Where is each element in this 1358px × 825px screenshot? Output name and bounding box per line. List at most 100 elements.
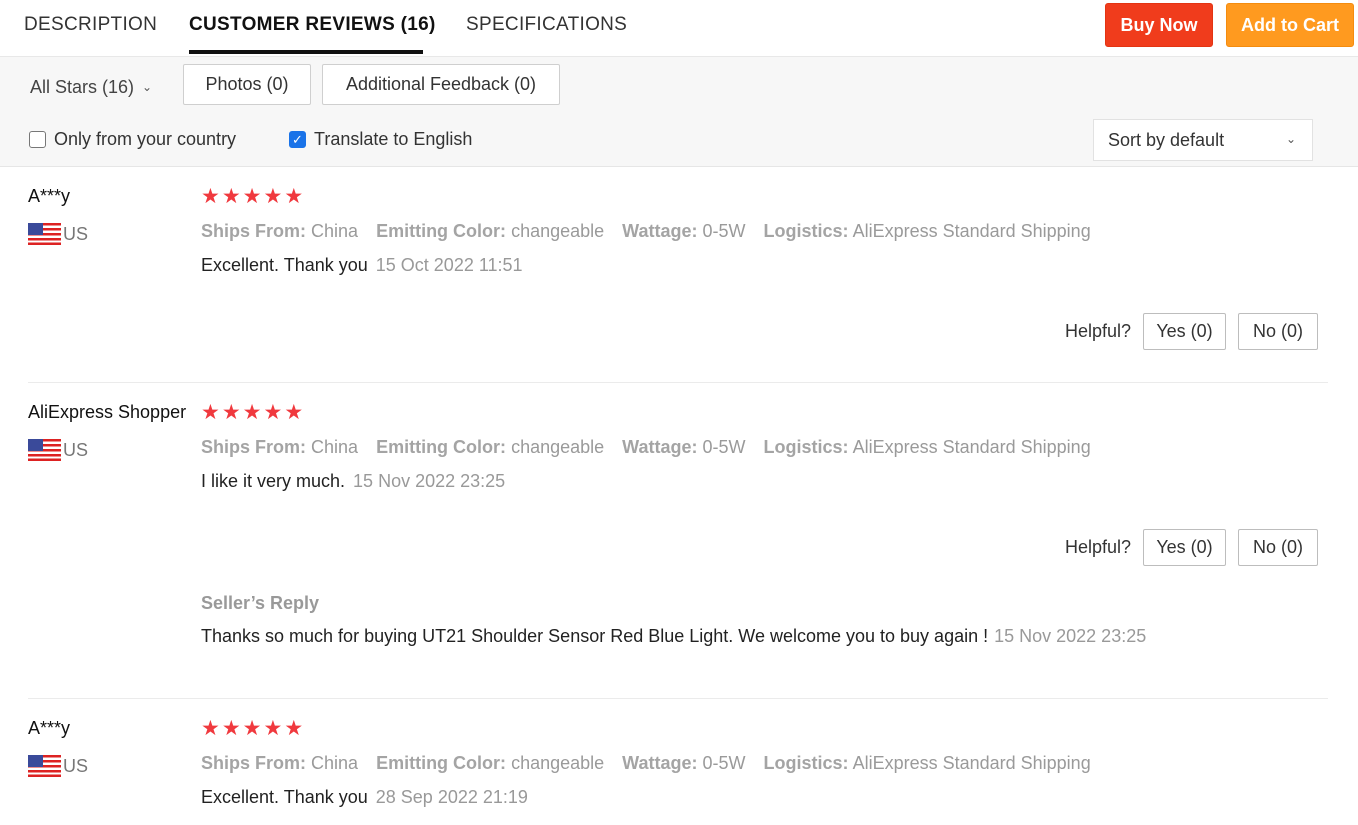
us-flag-icon bbox=[28, 223, 61, 245]
helpful-vote: Helpful? Yes (0) No (0) bbox=[1065, 529, 1318, 566]
attr-label: Emitting Color: bbox=[376, 221, 507, 241]
seller-reply-label: Seller’s Reply bbox=[201, 593, 320, 613]
logistics-value: AliExpress Standard Shipping bbox=[852, 437, 1091, 457]
us-flag-icon bbox=[28, 755, 61, 777]
star-icon: ★ bbox=[201, 401, 220, 424]
seller-reply-text: Thanks so much for buying UT21 Shoulder … bbox=[201, 626, 989, 646]
chevron-down-icon: ⌄ bbox=[142, 79, 153, 94]
star-icon: ★ bbox=[221, 717, 241, 740]
tab-specifications[interactable]: SPECIFICATIONS bbox=[466, 14, 627, 36]
star-icon: ★ bbox=[201, 185, 220, 208]
logistics-value: AliExpress Standard Shipping bbox=[852, 753, 1091, 773]
attr-label: Ships From: bbox=[201, 753, 307, 773]
translate-checkbox[interactable]: ✓ bbox=[289, 131, 306, 148]
attr-label: Logistics: bbox=[763, 437, 849, 457]
review-text-row: Excellent. Thank you 15 Oct 2022 11:51 bbox=[201, 255, 523, 276]
wattage-value: 0-5W bbox=[702, 437, 746, 457]
reviewer-country: US bbox=[28, 755, 88, 777]
attr-label: Emitting Color: bbox=[376, 753, 507, 773]
reviewer-name: AliExpress Shopper bbox=[28, 402, 187, 422]
review-divider bbox=[28, 698, 1328, 699]
translate-option[interactable]: ✓ Translate to English bbox=[289, 129, 472, 150]
review-text: Excellent. Thank you bbox=[201, 787, 368, 807]
emitting-color-value: changeable bbox=[511, 221, 605, 241]
emitting-color-value: changeable bbox=[511, 753, 605, 773]
helpful-yes-button[interactable]: Yes (0) bbox=[1143, 313, 1226, 350]
attr-label: Ships From: bbox=[201, 221, 307, 241]
wattage-value: 0-5W bbox=[702, 753, 746, 773]
review-divider bbox=[28, 382, 1328, 383]
review-text: Excellent. Thank you bbox=[201, 255, 368, 275]
wattage-value: 0-5W bbox=[702, 221, 746, 241]
sort-select[interactable]: Sort by default ⌄ bbox=[1093, 119, 1313, 161]
attr-label: Emitting Color: bbox=[376, 437, 507, 457]
translate-label: Translate to English bbox=[314, 129, 473, 149]
seller-reply: Thanks so much for buying UT21 Shoulder … bbox=[201, 622, 1151, 650]
star-icon: ★ bbox=[221, 401, 241, 424]
star-rating: ★ ★ ★ ★ ★ bbox=[201, 186, 303, 207]
review-date: 15 Nov 2022 23:25 bbox=[353, 471, 506, 491]
attr-label: Wattage: bbox=[622, 753, 698, 773]
only-country-option[interactable]: Only from your country bbox=[29, 129, 236, 150]
reviewer-name: A***y bbox=[28, 186, 71, 206]
star-icon: ★ bbox=[284, 401, 304, 424]
attr-label: Wattage: bbox=[622, 437, 698, 457]
country-code: US bbox=[63, 755, 89, 776]
star-icon: ★ bbox=[242, 185, 262, 208]
helpful-no-button[interactable]: No (0) bbox=[1238, 313, 1318, 350]
review-item: A***y US ★ ★ ★ ★ ★ Ships From: China Emittin… bbox=[28, 186, 1328, 366]
seller-reply-date: 15 Nov 2022 23:25 bbox=[994, 626, 1147, 646]
active-tab-indicator bbox=[189, 50, 423, 54]
logistics-value: AliExpress Standard Shipping bbox=[852, 221, 1091, 241]
star-filter-select[interactable]: All Stars (16) ⌄ bbox=[30, 77, 152, 98]
helpful-label: Helpful? bbox=[1064, 321, 1131, 341]
ships-from-value: China bbox=[311, 221, 359, 241]
star-icon: ★ bbox=[263, 185, 283, 208]
additional-feedback-button[interactable]: Additional Feedback (0) bbox=[322, 64, 560, 105]
attr-label: Logistics: bbox=[763, 221, 849, 241]
emitting-color-value: changeable bbox=[511, 437, 605, 457]
tab-customer-reviews[interactable]: CUSTOMER REVIEWS (16) bbox=[189, 14, 436, 36]
chevron-down-icon: ⌄ bbox=[1285, 132, 1296, 146]
photos-filter-button[interactable]: Photos (0) bbox=[183, 64, 311, 105]
reviewer-country: US bbox=[28, 223, 88, 245]
star-icon: ★ bbox=[221, 185, 241, 208]
helpful-no-button[interactable]: No (0) bbox=[1238, 529, 1318, 566]
tab-description[interactable]: DESCRIPTION bbox=[24, 14, 157, 36]
star-rating: ★ ★ ★ ★ ★ bbox=[201, 718, 303, 739]
add-to-cart-button[interactable]: Add to Cart bbox=[1226, 3, 1354, 47]
attr-label: Logistics: bbox=[763, 753, 849, 773]
only-country-label: Only from your country bbox=[54, 129, 237, 149]
reviewer-country: US bbox=[28, 439, 88, 461]
reviewer-name: A***y bbox=[28, 718, 71, 738]
star-filter-label: All Stars (16) bbox=[30, 77, 135, 97]
attr-label: Wattage: bbox=[622, 221, 698, 241]
review-date: 15 Oct 2022 11:51 bbox=[375, 255, 523, 275]
attr-label: Ships From: bbox=[201, 437, 307, 457]
order-attributes: Ships From: China Emitting Color: change… bbox=[201, 437, 1091, 458]
star-icon: ★ bbox=[242, 717, 262, 740]
helpful-label: Helpful? bbox=[1064, 537, 1131, 557]
star-icon: ★ bbox=[284, 717, 304, 740]
tab-bar: DESCRIPTION CUSTOMER REVIEWS (16) SPECIF… bbox=[0, 0, 1358, 57]
ships-from-value: China bbox=[311, 437, 359, 457]
review-item: AliExpress Shopper US ★ ★ ★ ★ ★ Ships From: … bbox=[28, 402, 1328, 687]
star-icon: ★ bbox=[263, 401, 283, 424]
country-code: US bbox=[63, 223, 89, 244]
star-rating: ★ ★ ★ ★ ★ bbox=[201, 402, 303, 423]
review-text-row: Excellent. Thank you 28 Sep 2022 21:19 bbox=[201, 787, 528, 808]
order-attributes: Ships From: China Emitting Color: change… bbox=[201, 221, 1091, 242]
order-attributes: Ships From: China Emitting Color: change… bbox=[201, 753, 1091, 774]
country-code: US bbox=[63, 439, 89, 460]
buy-now-button[interactable]: Buy Now bbox=[1105, 3, 1213, 47]
only-country-checkbox[interactable] bbox=[29, 131, 46, 148]
helpful-yes-button[interactable]: Yes (0) bbox=[1143, 529, 1226, 566]
review-text-row: I like it very much. 15 Nov 2022 23:25 bbox=[201, 471, 505, 492]
review-date: 28 Sep 2022 21:19 bbox=[375, 787, 528, 807]
star-icon: ★ bbox=[242, 401, 262, 424]
helpful-vote: Helpful? Yes (0) No (0) bbox=[1065, 313, 1318, 350]
star-icon: ★ bbox=[201, 717, 220, 740]
review-filter-bar: All Stars (16) ⌄ Photos (0) Additional F… bbox=[0, 57, 1358, 167]
sort-label: Sort by default bbox=[1108, 129, 1225, 150]
star-icon: ★ bbox=[284, 185, 304, 208]
